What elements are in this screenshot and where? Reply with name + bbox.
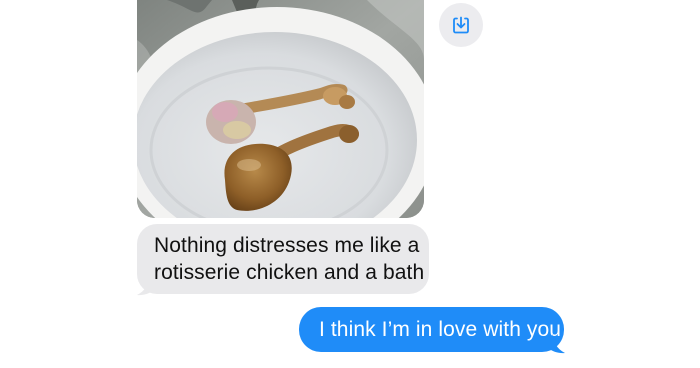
photo-attachment[interactable]: [137, 0, 424, 218]
bubble-tail-icon: [137, 276, 154, 296]
download-icon: [453, 16, 469, 34]
message-thread: Nothing distresses me like a rotisserie …: [0, 0, 700, 368]
save-photo-button[interactable]: [439, 3, 483, 47]
sent-message-bubble[interactable]: I think I’m in love with you: [299, 307, 565, 354]
message-text-line: Nothing distresses me like a: [154, 234, 420, 257]
message-text-line: I think I’m in love with you: [319, 318, 562, 341]
bubble-tail-icon: [548, 334, 565, 354]
message-text-line: rotisserie chicken and a bath: [154, 261, 425, 284]
chicken-drumsticks-photo: [137, 0, 424, 218]
received-message-bubble[interactable]: Nothing distresses me like a rotisserie …: [137, 224, 429, 296]
